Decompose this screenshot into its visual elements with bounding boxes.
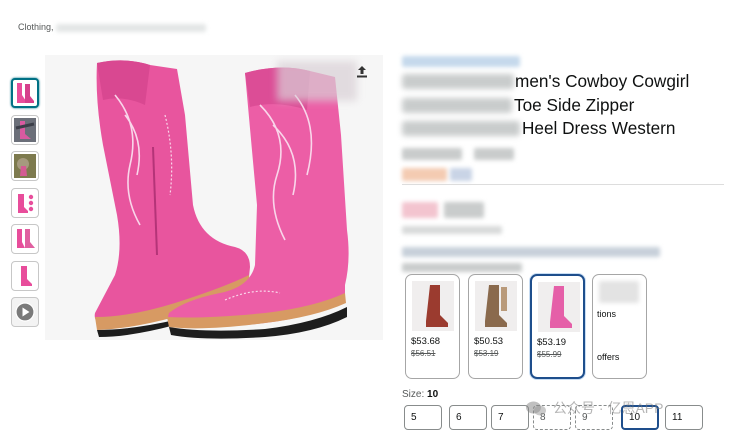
thumbnail-1[interactable] — [11, 78, 39, 108]
thumbnail-video[interactable] — [11, 297, 39, 327]
size-option-11[interactable]: 11 — [665, 405, 703, 430]
size-selected-value: 10 — [427, 389, 439, 400]
side-view-icon — [17, 229, 35, 248]
color-label-blurred — [402, 263, 532, 273]
tan-boot-icon — [475, 281, 517, 331]
size-option-6[interactable]: 6 — [449, 405, 487, 430]
title-text-3: Heel Dress Western — [522, 118, 676, 138]
thumbnail-list — [11, 78, 43, 334]
single-boot-icon — [21, 265, 32, 286]
brown-boot-icon — [412, 281, 454, 331]
watermark: 公众号 · 亿恩APP — [525, 398, 663, 418]
title-blur — [402, 121, 520, 136]
product-page: Clothing, men's Cowboy Cowgirl Toe Side … — [0, 0, 743, 439]
title-blur — [402, 74, 514, 89]
swatch-was-price: $56.51 — [411, 349, 436, 358]
thumbnail-6[interactable] — [11, 260, 39, 291]
thumbnail-3[interactable] — [11, 151, 39, 181]
breadcrumb-blurred — [56, 23, 207, 32]
watermark-text: 公众号 · 亿恩APP — [553, 400, 664, 416]
thumbnail-2[interactable] — [11, 114, 39, 145]
breadcrumb-first-crumb[interactable]: Clothing, — [18, 22, 56, 32]
rating-row-blurred[interactable] — [402, 148, 522, 162]
swatch-blurred-image — [599, 281, 639, 303]
swatch-offers-text: offers — [597, 352, 620, 362]
title-line-1: men's Cowboy Cowgirl — [402, 70, 732, 94]
title-text-1: men's Cowboy Cowgirl — [515, 71, 690, 91]
color-swatch-more-options[interactable]: tions offers — [592, 274, 647, 379]
divider — [402, 184, 724, 185]
color-swatch-1[interactable]: $53.68 $56.51 — [405, 274, 460, 379]
title-line-3: Heel Dress Western — [402, 117, 732, 141]
features-infographic-icon — [18, 193, 34, 213]
pink-boot-icon — [538, 282, 580, 332]
worn-boot-photo-icon — [14, 117, 36, 142]
swatch-price: $50.53 — [474, 336, 504, 347]
main-product-image[interactable] — [45, 55, 383, 340]
swatch-was-price: $55.99 — [537, 350, 562, 359]
swatch-options-text: tions — [597, 309, 617, 319]
price-sub-blurred — [402, 226, 502, 234]
boot-pair-icon — [17, 83, 34, 103]
delivery-row-blurred — [402, 247, 660, 259]
size-option-7[interactable]: 7 — [491, 405, 529, 430]
lifestyle-photo-icon — [14, 154, 36, 178]
swatch-price: $53.19 — [537, 337, 567, 348]
play-icon — [15, 302, 35, 322]
color-swatch-3-selected[interactable]: $53.19 $55.99 — [530, 274, 585, 379]
badge-row-blurred — [402, 168, 512, 184]
product-info: men's Cowboy Cowgirl Toe Side Zipper Hee… — [402, 56, 732, 272]
thumbnail-4[interactable] — [11, 187, 39, 218]
title-text-2: Toe Side Zipper — [514, 94, 635, 115]
breadcrumb: Clothing, — [18, 22, 207, 32]
swatch-was-price: $53.19 — [474, 349, 499, 358]
swatch-price: $53.68 — [411, 336, 441, 347]
color-swatch-2[interactable]: $50.53 $53.19 — [468, 274, 523, 379]
size-label: Size: 10 — [402, 389, 438, 400]
title-line-2: Toe Side Zipper — [402, 94, 732, 118]
wechat-icon — [526, 401, 546, 415]
product-title: men's Cowboy Cowgirl Toe Side Zipper Hee… — [402, 70, 732, 141]
thumbnail-5[interactable] — [11, 224, 39, 254]
title-blur — [402, 97, 512, 113]
size-option-5[interactable]: 5 — [404, 405, 442, 430]
share-icon[interactable] — [354, 64, 370, 80]
size-label-text: Size: — [402, 389, 425, 400]
price-blurred — [402, 202, 492, 220]
brand-link-blurred[interactable] — [402, 56, 520, 67]
